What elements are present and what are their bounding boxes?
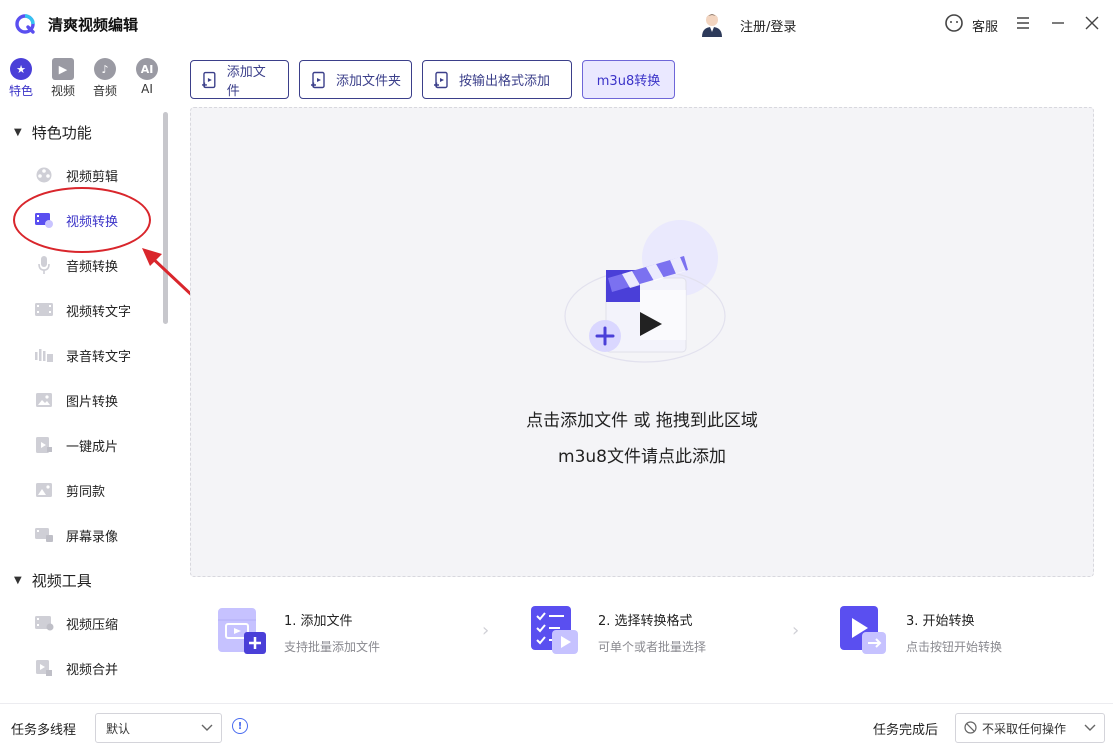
tab-ai[interactable]: AI AI <box>129 52 165 96</box>
add-folder-icon <box>311 71 325 88</box>
add-by-format-button[interactable]: 按输出格式添加 <box>422 60 572 99</box>
after-task-select[interactable]: 不采取任何操作 <box>955 713 1105 743</box>
minimize-icon[interactable] <box>1047 12 1069 34</box>
ai-icon: AI <box>136 58 158 80</box>
category-tabs: ★ 特色 ▶ 视频 ♪ 音频 AI AI <box>0 52 170 104</box>
sidebar-item-template[interactable]: 剪同款 <box>34 476 105 504</box>
sidebar-item-video-to-text[interactable]: 视频转文字 <box>34 296 131 324</box>
add-folder-button[interactable]: 添加文件夹 <box>299 60 412 99</box>
customer-service-icon[interactable] <box>944 13 964 33</box>
sidebar-item-screen-record[interactable]: 屏幕录像 <box>34 521 118 549</box>
caret-down-icon: ▼ <box>14 575 22 586</box>
caret-down-icon: ▼ <box>14 127 22 138</box>
sidebar-section-featured[interactable]: ▼ 特色功能 <box>14 122 92 143</box>
add-by-format-icon <box>434 71 448 88</box>
login-register-link[interactable]: 注册/登录 <box>740 16 796 35</box>
menu-icon[interactable] <box>1012 12 1034 34</box>
sidebar-item-video-merge[interactable]: 视频合并 <box>34 654 118 682</box>
screen-record-icon <box>34 526 54 544</box>
film-reel-icon <box>34 166 54 184</box>
tab-featured[interactable]: ★ 特色 <box>3 52 39 99</box>
image-icon <box>34 391 54 409</box>
template-icon <box>34 481 54 499</box>
title-bar: 清爽视频编辑 注册/登录 客服 <box>0 0 1113 48</box>
add-file-button[interactable]: 添加文件 <box>190 60 289 99</box>
start-convert-step-icon <box>840 606 886 654</box>
add-file-icon <box>201 71 216 88</box>
sidebar-section-video-tools[interactable]: ▼ 视频工具 <box>14 570 92 591</box>
chevron-right-icon: › <box>482 620 490 641</box>
tab-video[interactable]: ▶ 视频 <box>45 52 81 99</box>
audio-text-icon <box>34 346 54 364</box>
multithread-select[interactable]: 默认 <box>95 713 222 743</box>
drop-hint-m3u8[interactable]: m3u8文件请点此添加 <box>190 442 1094 467</box>
merge-icon <box>34 659 54 677</box>
app-title: 清爽视频编辑 <box>48 16 139 34</box>
app-logo-icon <box>15 14 35 34</box>
multithread-label: 任务多线程 <box>11 723 77 738</box>
chevron-down-icon <box>201 719 213 740</box>
drop-hint-primary: 点击添加文件 或 拖拽到此区域 <box>526 411 758 431</box>
sidebar-item-audio-to-text[interactable]: 录音转文字 <box>34 341 131 369</box>
sidebar-item-one-click-video[interactable]: 一键成片 <box>34 431 118 459</box>
customer-service-label[interactable]: 客服 <box>972 16 998 35</box>
no-action-icon <box>964 721 977 734</box>
sidebar-item-video-compress[interactable]: 视频压缩 <box>34 609 118 637</box>
sidebar-item-video-edit[interactable]: 视频剪辑 <box>34 161 118 189</box>
sidebar-item-image-convert[interactable]: 图片转换 <box>34 386 118 414</box>
video-clapper-illustration-icon <box>564 220 726 363</box>
tab-audio[interactable]: ♪ 音频 <box>87 52 123 99</box>
film-icon: ▶ <box>52 58 74 80</box>
microphone-icon <box>34 256 54 274</box>
close-icon[interactable] <box>1081 12 1103 34</box>
user-avatar-icon[interactable] <box>700 11 724 37</box>
annotation-highlight-circle <box>13 187 151 253</box>
add-file-step-icon <box>218 608 266 654</box>
music-note-icon: ♪ <box>94 58 116 80</box>
chevron-right-icon: › <box>792 620 800 641</box>
info-icon[interactable]: ! <box>232 718 248 734</box>
sidebar-item-audio-convert[interactable]: 音频转换 <box>34 251 118 279</box>
bottom-bar: 任务多线程 默认 任务完成后 不采取任何操作 <box>0 703 1113 747</box>
play-icon <box>34 436 54 454</box>
star-icon: ★ <box>10 58 32 80</box>
after-task-label: 任务完成后 <box>873 723 939 738</box>
m3u8-convert-button[interactable]: m3u8转换 <box>582 60 675 99</box>
choose-format-step-icon <box>531 606 578 654</box>
chevron-down-icon <box>1084 719 1096 740</box>
video-text-icon <box>34 301 54 319</box>
compress-icon <box>34 614 54 632</box>
